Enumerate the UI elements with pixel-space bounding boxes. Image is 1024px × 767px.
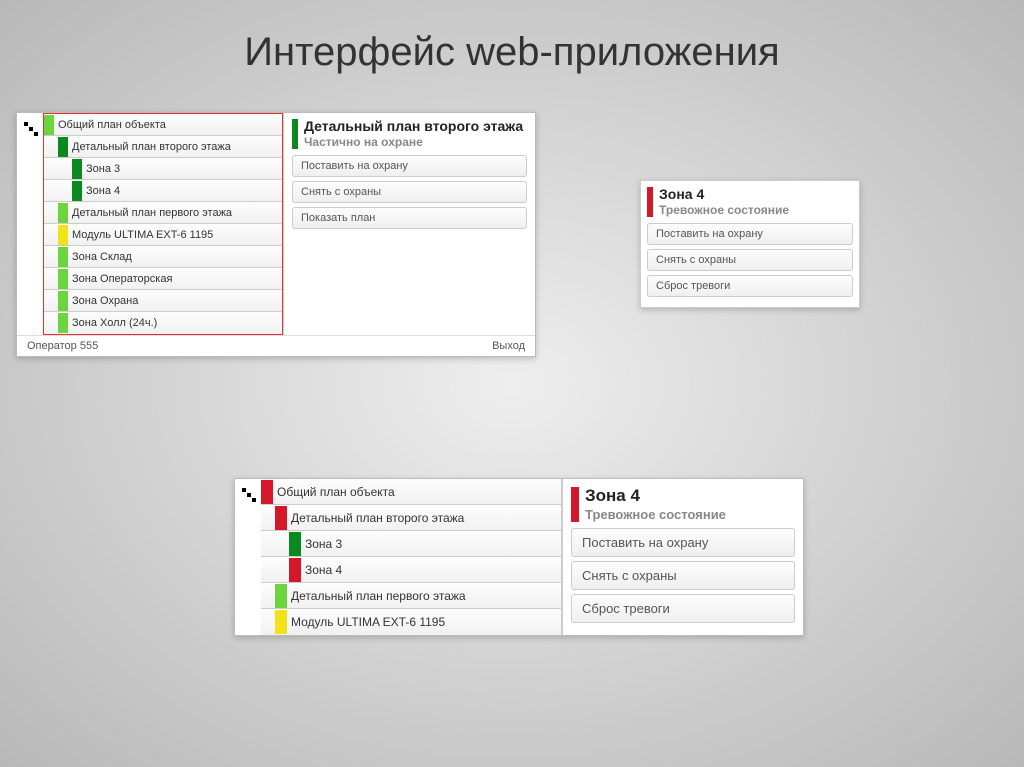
tree-sidebar: Общий план объекта Детальный план второго… <box>17 113 284 335</box>
status-color-chip <box>58 313 68 333</box>
tree-row-label: Детальный план второго этажа <box>291 511 464 525</box>
tree-row-label: Детальный план первого этажа <box>291 589 466 603</box>
tree-view-icon[interactable] <box>17 113 43 139</box>
status-color-chip <box>289 558 301 582</box>
tree-row-label: Зона Склад <box>72 251 132 263</box>
status-color-chip <box>58 247 68 267</box>
status-color-chip <box>44 115 54 135</box>
tree-row-label: Общий план объекта <box>277 485 395 499</box>
status-color-chip <box>289 532 301 556</box>
reset-alarm-button[interactable]: Сброс тревоги <box>647 275 853 297</box>
status-color-chip <box>72 159 82 179</box>
tree-row[interactable]: Зона 3 <box>261 531 561 557</box>
detail-subtitle: Тревожное состояние <box>659 203 853 217</box>
operator-label: Оператор 555 <box>27 340 98 352</box>
panel-main-overview: Общий план объекта Детальный план второго… <box>16 112 536 357</box>
tree-row[interactable]: Общий план объекта <box>261 479 561 505</box>
disarm-button[interactable]: Снять с охраны <box>292 181 527 203</box>
tree-row[interactable]: Детальный план первого этажа <box>261 583 561 609</box>
tree-row[interactable]: Общий план объекта <box>44 114 282 136</box>
panel-zone-alarm-small: Зона 4 Тревожное состояние Поставить на … <box>640 180 860 308</box>
tree-row-label: Зона Охрана <box>72 295 138 307</box>
tree-row-label: Зона 4 <box>86 185 120 197</box>
tree-row-label: Модуль ULTIMA EXT-6 1195 <box>72 229 213 241</box>
detail-title: Детальный план второго этажа <box>304 119 527 134</box>
arm-button[interactable]: Поставить на охрану <box>647 223 853 245</box>
status-color-chip <box>58 291 68 311</box>
tree-row-label: Общий план объекта <box>58 119 166 131</box>
status-color-chip <box>58 225 68 245</box>
tree-row[interactable]: Детальный план первого этажа <box>44 202 282 224</box>
reset-alarm-button[interactable]: Сброс тревоги <box>571 594 795 623</box>
detail-header: Зона 4 Тревожное состояние <box>571 487 795 522</box>
tree-row[interactable]: Зона 4 <box>44 180 282 202</box>
tree-row[interactable]: Зона 4 <box>261 557 561 583</box>
detail-header: Детальный план второго этажа Частично на… <box>292 119 527 149</box>
tree-row[interactable]: Зона 3 <box>44 158 282 180</box>
status-color-chip <box>58 137 68 157</box>
tree-row[interactable]: Детальный план второго этажа <box>44 136 282 158</box>
tree-view-icon[interactable] <box>235 479 261 505</box>
status-color-chip <box>72 181 82 201</box>
status-color-chip <box>275 506 287 530</box>
status-color-chip <box>261 480 273 504</box>
status-color-chip <box>275 610 287 634</box>
detail-header: Зона 4 Тревожное состояние <box>647 187 853 217</box>
show-plan-button[interactable]: Показать план <box>292 207 527 229</box>
detail-pane: Детальный план второго этажа Частично на… <box>284 113 535 335</box>
tree-sidebar: Общий план объекта Детальный план второго… <box>235 479 562 635</box>
disarm-button[interactable]: Снять с охраны <box>647 249 853 271</box>
status-color-chip <box>58 203 68 223</box>
tree-row-label: Зона 4 <box>305 563 342 577</box>
tree-row-label: Детальный план первого этажа <box>72 207 232 219</box>
tree-row-label: Детальный план второго этажа <box>72 141 231 153</box>
tree-row-label: Зона 3 <box>86 163 120 175</box>
detail-pane: Зона 4 Тревожное состояние Поставить на … <box>562 479 803 635</box>
status-color-chip <box>275 584 287 608</box>
detail-subtitle: Частично на охране <box>304 135 527 149</box>
tree-row-label: Зона Холл (24ч.) <box>72 317 157 329</box>
tree-row[interactable]: Зона Склад <box>44 246 282 268</box>
tree-row-label: Модуль ULTIMA EXT-6 1195 <box>291 615 445 629</box>
arm-button[interactable]: Поставить на охрану <box>292 155 527 177</box>
logout-link[interactable]: Выход <box>492 340 525 352</box>
tree-row[interactable]: Зона Охрана <box>44 290 282 312</box>
detail-subtitle: Тревожное состояние <box>585 507 795 522</box>
tree-row[interactable]: Зона Операторская <box>44 268 282 290</box>
status-color-chip <box>58 269 68 289</box>
arm-button[interactable]: Поставить на охрану <box>571 528 795 557</box>
detail-title: Зона 4 <box>659 187 853 202</box>
tree-row-label: Зона 3 <box>305 537 342 551</box>
panel-main-alarm: Общий план объекта Детальный план второго… <box>234 478 804 636</box>
tree-row[interactable]: Зона Холл (24ч.) <box>44 312 282 334</box>
status-bar: Оператор 555 Выход <box>17 335 535 356</box>
tree-row[interactable]: Модуль ULTIMA EXT-6 1195 <box>261 609 561 635</box>
tree-row[interactable]: Детальный план второго этажа <box>261 505 561 531</box>
detail-title: Зона 4 <box>585 487 795 506</box>
tree-row-label: Зона Операторская <box>72 273 172 285</box>
disarm-button[interactable]: Снять с охраны <box>571 561 795 590</box>
tree-row[interactable]: Модуль ULTIMA EXT-6 1195 <box>44 224 282 246</box>
slide-title: Интерфейс web-приложения <box>0 0 1024 75</box>
